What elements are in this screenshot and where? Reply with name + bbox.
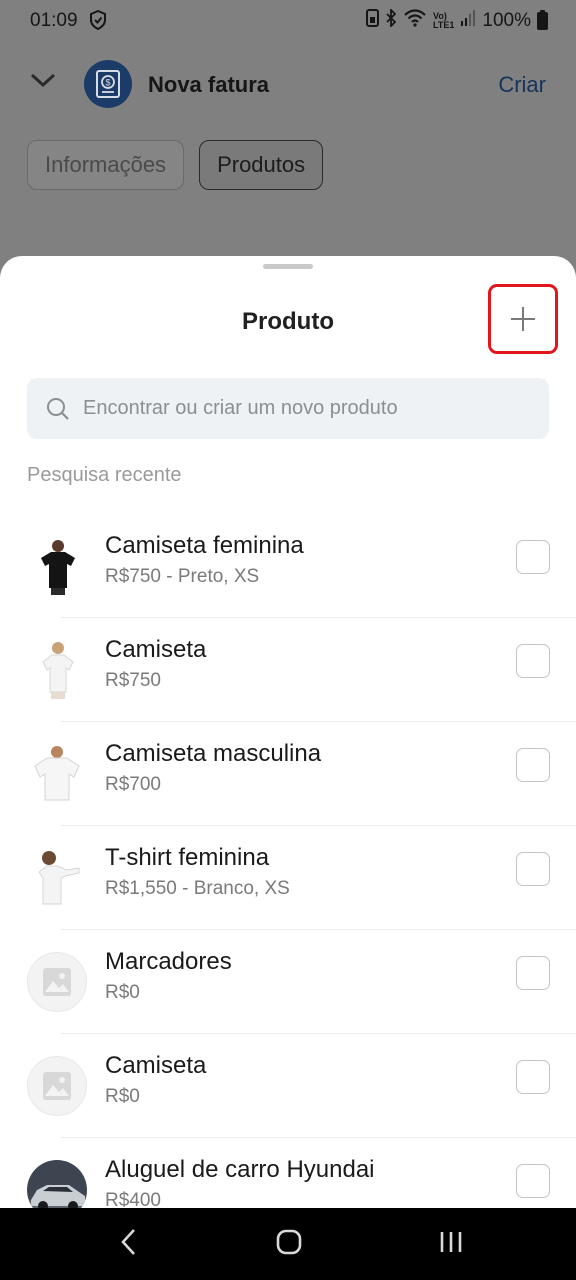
plus-icon	[511, 307, 535, 331]
list-item[interactable]: T-shirt feminina R$1,550 - Branco, XS	[0, 826, 576, 930]
product-checkbox[interactable]	[516, 956, 550, 990]
silver-car-image	[27, 1160, 87, 1208]
product-detail: R$750 - Preto, XS	[105, 566, 260, 587]
product-detail: R$0	[105, 982, 140, 1003]
list-item[interactable]: Camiseta masculina R$700	[0, 722, 576, 826]
image-placeholder-icon	[27, 952, 87, 1012]
product-name: Camiseta masculina	[105, 740, 322, 767]
sheet-grabber[interactable]	[263, 264, 313, 269]
chevron-down-icon[interactable]	[30, 72, 56, 93]
product-name: Camiseta feminina	[105, 532, 304, 559]
product-name: T-shirt feminina	[105, 844, 270, 871]
create-button[interactable]: Criar	[498, 72, 546, 98]
black-tshirt-woman-image	[27, 536, 87, 596]
list-item[interactable]: Camiseta feminina R$750 - Preto, XS	[0, 514, 576, 618]
svg-text:$: $	[105, 78, 110, 88]
home-icon[interactable]	[275, 1226, 303, 1263]
list-item[interactable]: Camiseta R$750	[0, 618, 576, 722]
signal-icon	[460, 9, 476, 33]
section-label: Pesquisa recente	[27, 464, 182, 486]
product-list: Camiseta feminina R$750 - Preto, XS Cami…	[0, 514, 576, 1208]
product-checkbox[interactable]	[516, 748, 550, 782]
tabs: Informações Produtos	[27, 140, 324, 190]
image-placeholder-icon	[27, 1056, 87, 1116]
search-bar	[27, 378, 549, 439]
wifi-icon	[403, 9, 427, 33]
volte-icon: Vo) LTE1	[433, 11, 455, 30]
product-checkbox[interactable]	[516, 852, 550, 886]
search-icon	[45, 396, 71, 427]
status-time: 01:09	[30, 10, 78, 31]
product-detail: R$750	[105, 670, 161, 691]
search-input[interactable]	[83, 378, 533, 439]
navigation-bar	[0, 1208, 576, 1280]
product-sheet: Produto Pesquisa recente Camiseta femini…	[0, 256, 576, 1208]
invoice-avatar-icon: $	[84, 60, 132, 108]
add-product-button[interactable]	[488, 284, 558, 354]
product-name: Marcadores	[105, 948, 232, 975]
sim-icon	[366, 9, 380, 33]
bluetooth-icon	[385, 7, 397, 33]
white-tshirt-woman-image	[27, 640, 87, 700]
list-item[interactable]: Camiseta R$0	[0, 1034, 576, 1138]
tab-produtos[interactable]: Produtos	[199, 140, 324, 190]
battery-level: 100%	[482, 10, 531, 31]
product-name: Aluguel de carro Hyundai	[105, 1156, 375, 1183]
product-checkbox[interactable]	[516, 540, 550, 574]
list-item[interactable]: Aluguel de carro Hyundai R$400	[0, 1138, 576, 1208]
list-item[interactable]: Marcadores R$0	[0, 930, 576, 1034]
product-name: Camiseta	[105, 636, 207, 663]
shield-icon	[89, 9, 107, 36]
white-tshirt-man-image	[27, 744, 87, 804]
product-detail: R$400	[105, 1190, 161, 1208]
back-icon[interactable]	[118, 1226, 138, 1263]
status-bar: 01:09 Vo) LTE1 100%	[0, 0, 576, 40]
page-title: Nova fatura	[148, 72, 270, 97]
product-detail: R$0	[105, 1086, 140, 1107]
product-checkbox[interactable]	[516, 1060, 550, 1094]
tab-informacoes[interactable]: Informações	[27, 140, 185, 190]
product-checkbox[interactable]	[516, 1164, 550, 1198]
background-app: 01:09 Vo) LTE1 100% $ Nova fatura Criar …	[0, 0, 576, 270]
product-detail: R$700	[105, 774, 161, 795]
battery-icon	[537, 10, 548, 30]
product-checkbox[interactable]	[516, 644, 550, 678]
recents-icon[interactable]	[438, 1226, 464, 1263]
product-detail: R$1,550 - Branco, XS	[105, 878, 290, 899]
white-tshirt-woman-pointing-image	[27, 848, 87, 908]
app-header: $ Nova fatura Criar	[0, 56, 576, 114]
product-name: Camiseta	[105, 1052, 207, 1079]
